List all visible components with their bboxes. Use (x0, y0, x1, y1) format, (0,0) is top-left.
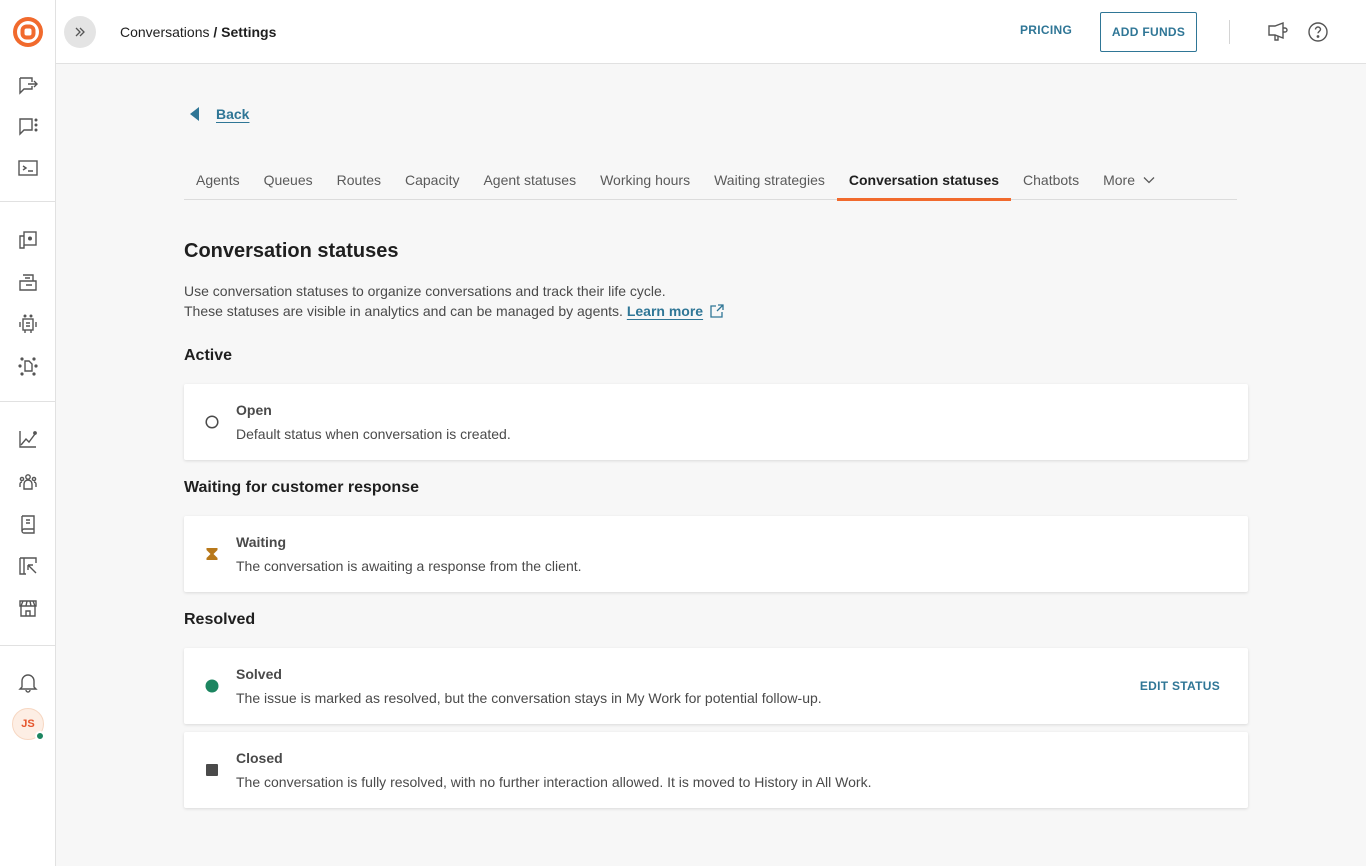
hourglass-icon (204, 546, 220, 562)
description-line-1: Use conversation statuses to organize co… (184, 283, 666, 299)
chevron-down-icon (1143, 177, 1155, 184)
external-link-icon[interactable] (709, 303, 725, 319)
status-description: The conversation is awaiting a response … (236, 558, 582, 574)
status-card-waiting[interactable]: Waiting The conversation is awaiting a r… (184, 516, 1248, 592)
status-description: Default status when conversation is crea… (236, 426, 511, 442)
analytics-icon[interactable] (16, 427, 40, 451)
section-title-resolved: Resolved (184, 611, 256, 628)
tab-agents[interactable]: Agents (184, 164, 252, 200)
conversation-menu-icon[interactable] (16, 114, 40, 138)
tab-working-hours[interactable]: Working hours (588, 164, 702, 200)
double-chevron-right-icon (75, 27, 85, 37)
status-name: Closed (236, 750, 283, 766)
learn-more-link[interactable]: Learn more (627, 303, 703, 319)
megaphone-icon (1268, 21, 1288, 41)
announcements-button[interactable] (1266, 20, 1290, 44)
status-card-solved[interactable]: Solved The issue is marked as resolved, … (184, 648, 1248, 724)
back-link[interactable]: Back (190, 106, 249, 122)
status-card-closed[interactable]: Closed The conversation is fully resolve… (184, 732, 1248, 808)
status-description: The conversation is fully resolved, with… (236, 774, 872, 790)
online-status-indicator (35, 731, 45, 741)
app-logo-icon[interactable] (12, 16, 44, 48)
expand-sidebar-button[interactable] (64, 16, 96, 48)
edit-status-button[interactable]: EDIT STATUS (1140, 679, 1220, 693)
status-description: The issue is marked as resolved, but the… (236, 690, 822, 706)
outbound-conversation-icon[interactable] (16, 73, 40, 97)
tab-more[interactable]: More (1091, 164, 1167, 200)
add-funds-button[interactable]: ADD FUNDS (1100, 12, 1197, 52)
bot-icon[interactable] (16, 312, 40, 336)
breadcrumb-current: Settings (221, 24, 277, 40)
contacts-book-icon[interactable] (16, 512, 40, 536)
knowledge-icon[interactable] (16, 228, 40, 252)
page-title: Conversation statuses (184, 240, 399, 262)
status-name: Waiting (236, 534, 287, 550)
terminal-icon[interactable] (16, 156, 40, 180)
rail-divider (0, 645, 55, 646)
status-name: Solved (236, 666, 282, 682)
tab-more-label: More (1103, 172, 1135, 188)
status-card-open[interactable]: Open Default status when conversation is… (184, 384, 1248, 460)
section-title-active: Active (184, 347, 233, 364)
people-icon[interactable] (16, 470, 40, 494)
section-title-waiting: Waiting for customer response (184, 479, 419, 496)
rail-divider (0, 401, 55, 402)
tab-agent-statuses[interactable]: Agent statuses (471, 164, 588, 200)
campaigns-icon[interactable] (16, 554, 40, 578)
filled-square-icon (204, 762, 220, 778)
inbox-icon[interactable] (16, 270, 40, 294)
left-rail: JS (0, 0, 56, 866)
help-button[interactable] (1306, 20, 1330, 44)
tab-waiting-strategies[interactable]: Waiting strategies (702, 164, 837, 200)
tab-queues[interactable]: Queues (252, 164, 325, 200)
breadcrumb: Conversations / Settings (120, 24, 276, 40)
back-label[interactable]: Back (216, 106, 249, 122)
tab-conversation-statuses[interactable]: Conversation statuses (836, 164, 1012, 201)
status-name: Open (236, 402, 272, 418)
notifications-icon[interactable] (16, 670, 40, 694)
circle-outline-icon (204, 414, 220, 430)
tab-capacity[interactable]: Capacity (393, 164, 471, 200)
description-line-2: These statuses are visible in analytics … (184, 303, 623, 319)
tab-routes[interactable]: Routes (325, 164, 393, 200)
top-bar: Conversations / Settings PRICING ADD FUN… (56, 0, 1366, 64)
pricing-link[interactable]: PRICING (1020, 23, 1072, 37)
settings-tabs: Agents Queues Routes Capacity Agent stat… (184, 164, 1237, 201)
breadcrumb-parent[interactable]: Conversations (120, 24, 210, 40)
breadcrumb-separator: / (209, 24, 222, 40)
topbar-divider (1229, 20, 1230, 44)
integrations-icon[interactable] (16, 354, 40, 378)
back-arrow-icon (190, 107, 199, 121)
store-icon[interactable] (16, 596, 40, 620)
filled-circle-icon (204, 678, 220, 694)
help-icon (1308, 22, 1328, 42)
page-description: Use conversation statuses to organize co… (184, 281, 725, 321)
tab-chatbots[interactable]: Chatbots (1011, 164, 1091, 200)
rail-divider (0, 201, 55, 202)
